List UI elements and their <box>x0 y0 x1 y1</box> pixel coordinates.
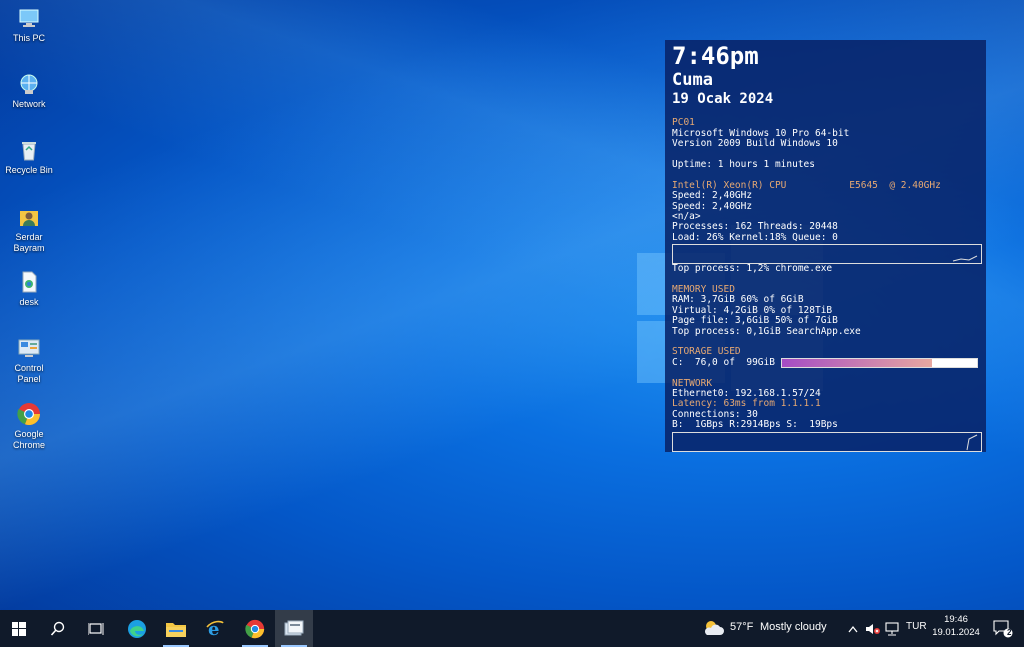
task-view-button[interactable] <box>77 610 115 647</box>
search-button[interactable] <box>39 610 77 647</box>
volume-button[interactable] <box>863 610 883 647</box>
network-graph <box>672 431 982 452</box>
input-language[interactable]: TUR <box>906 621 927 632</box>
desktop-icon-label: desk <box>19 297 39 307</box>
edge-icon <box>128 619 146 638</box>
storage-bar <box>780 358 978 369</box>
notification-count-badge: 2 <box>1007 628 1012 637</box>
taskbar: e 57°F Mostly cloudy TUR 19:46 19.01.202… <box>0 610 1024 647</box>
desktop-icon-user-folder[interactable]: Serdar Bayram <box>2 205 56 254</box>
file-explorer-icon <box>166 622 186 637</box>
user-folder-icon <box>20 211 38 226</box>
chrome-icon <box>17 403 41 426</box>
desktop-icon-label: This PC <box>12 33 45 43</box>
os-version: Version 2009 Build Windows 10 <box>672 138 838 150</box>
control-panel-icon <box>18 339 40 357</box>
start-button[interactable] <box>0 610 38 647</box>
desktop-icon-this-pc[interactable]: This PC <box>2 6 56 44</box>
network-tray-button[interactable] <box>882 610 902 647</box>
file-icon <box>22 271 37 293</box>
desktop-icon-control-panel[interactable]: Control Panel <box>2 336 56 385</box>
ethernet-icon <box>885 621 899 636</box>
taskbar-chrome[interactable] <box>236 610 274 647</box>
internet-explorer-icon: e <box>206 619 224 639</box>
desktop-icon-label: Control Panel <box>14 363 44 384</box>
desktop-icon-recycle-bin[interactable]: Recycle Bin <box>2 138 56 176</box>
desktop-icon-desk[interactable]: desk <box>2 270 56 308</box>
cpu-load: Load: 26% Kernel:18% Queue: 0 <box>672 231 838 243</box>
chevron-up-icon <box>848 625 858 632</box>
desktop-icon-network[interactable]: Network <box>2 72 56 110</box>
taskbar-date: 19.01.2024 <box>932 627 980 638</box>
bandwidth: B: 1GBps R:2914Bps S: 19Bps <box>672 419 838 431</box>
storage-c-usage: C: 76,0 of 99GiB <box>672 356 775 368</box>
chrome-icon <box>245 619 265 638</box>
clock-time: 7:46pm <box>672 42 759 70</box>
search-icon <box>50 621 65 636</box>
storage-bar-fill <box>781 359 933 368</box>
start-icon <box>12 621 26 636</box>
clock-day: Cuma <box>672 70 713 90</box>
cloudy-weather-icon <box>704 621 724 635</box>
taskbar-internet-explorer[interactable]: e <box>196 610 234 647</box>
taskbar-clock[interactable]: 19:46 19.01.2024 <box>930 613 982 639</box>
desktop-icon-label: Recycle Bin <box>5 165 53 175</box>
app-window-icon <box>284 620 304 635</box>
desktop-icon-chrome[interactable]: Google Chrome <box>2 402 56 451</box>
desktop-icon-label: Serdar Bayram <box>13 232 45 253</box>
show-hidden-icons-button[interactable] <box>844 610 862 647</box>
weather-temperature: 57°F <box>730 621 754 633</box>
top-process-memory: Top process: 0,1GiB SearchApp.exe <box>672 325 861 337</box>
weather-widget[interactable]: 57°F Mostly cloudy <box>702 610 837 647</box>
task-view-icon <box>88 622 104 635</box>
recycle-bin-icon <box>22 142 36 161</box>
uptime: Uptime: 1 hours 1 minutes <box>672 159 815 170</box>
taskbar-active-app[interactable] <box>275 610 313 647</box>
desktop-icon-label: Google Chrome <box>12 429 45 450</box>
clock-date: 19 Ocak 2024 <box>672 91 774 107</box>
desktop-icon-label: Network <box>12 99 46 109</box>
taskbar-time: 19:46 <box>944 614 968 625</box>
system-monitor-widget: 7:46pm Cuma 19 Ocak 2024 PC01 Microsoft … <box>665 40 986 452</box>
network-icon <box>20 74 38 94</box>
volume-muted-icon <box>866 623 880 634</box>
cpu-speed: Speed: 2,40GHz <box>672 200 753 212</box>
top-process-cpu: Top process: 1,2% chrome.exe <box>672 263 833 275</box>
taskbar-edge[interactable] <box>118 610 156 647</box>
taskbar-file-explorer[interactable] <box>157 610 195 647</box>
notification-center-button[interactable]: 2 <box>988 610 1018 647</box>
weather-description: Mostly cloudy <box>760 621 827 633</box>
this-pc-icon <box>19 9 39 27</box>
cpu-graph <box>672 244 982 265</box>
